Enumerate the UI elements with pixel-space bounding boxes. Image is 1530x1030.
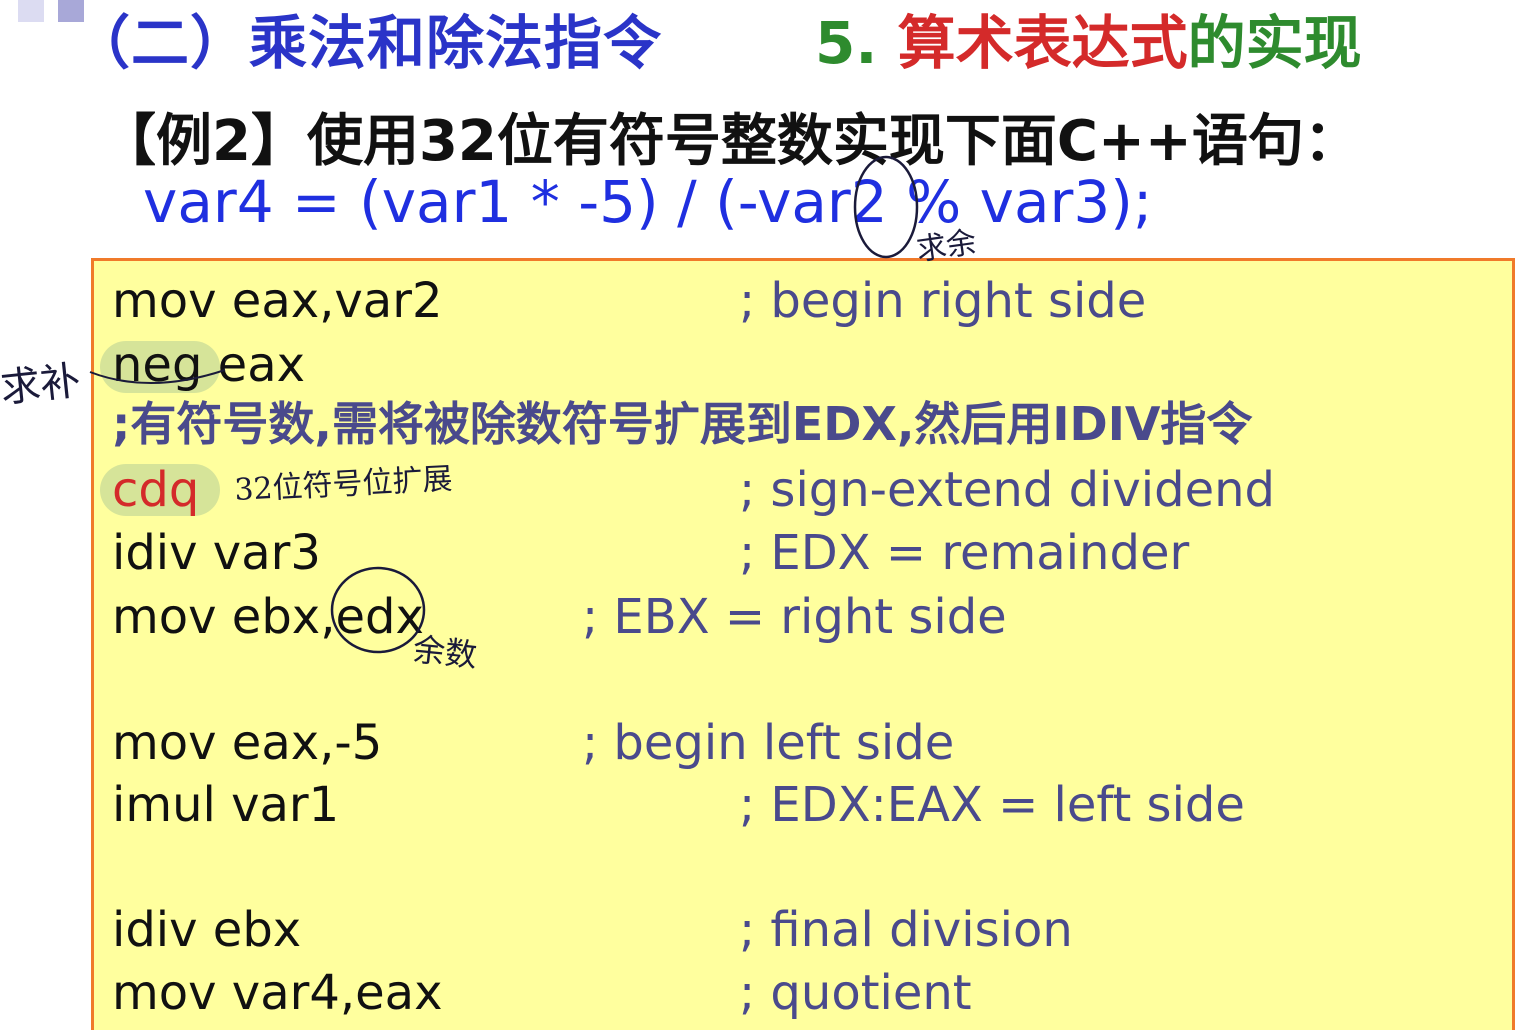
neg-note: 求补: [0, 358, 83, 412]
code-instruction-cdq: cdq: [112, 462, 200, 518]
code-instruction: idiv ebx: [112, 902, 302, 958]
topic-title-part1: 算术表达式: [897, 9, 1188, 77]
code-comment: ; final division: [739, 902, 1073, 958]
slide: （二）乘法和除法指令 5. 算术表达式的实现 【例2】使用32位有符号整数实现下…: [0, 0, 1530, 1030]
code-comment: ; EDX:EAX = left side: [739, 777, 1245, 833]
code-instruction: mov var4,eax: [112, 965, 443, 1021]
code-comment: ; begin right side: [739, 273, 1147, 329]
example-heading: 【例2】使用32位有符号整数实现下面C++语句：: [100, 109, 1360, 174]
code-comment: ; sign-extend dividend: [739, 462, 1276, 518]
chinese-comment: ;有符号数,需将被除数符号扩展到EDX,然后用IDIV指令: [112, 397, 1253, 451]
code-comment: ; EBX = right side: [582, 589, 1007, 645]
topic-title-part2: 的实现: [1187, 9, 1362, 77]
code-comment: ; quotient: [739, 965, 972, 1021]
code-box: mov eax,var2 ; begin right side neg eax …: [91, 258, 1515, 1030]
topic-number: 5.: [815, 9, 898, 77]
code-instruction: mov ebx,edx: [112, 589, 424, 645]
code-comment: ; EDX = remainder: [739, 525, 1190, 581]
topic-title: 5. 算术表达式的实现: [815, 0, 1362, 80]
cpp-statement: var4 = (var1 * -5) / (-var2 % var3);: [143, 168, 1153, 236]
code-instruction: idiv var3: [112, 525, 321, 581]
code-instruction: imul var1: [112, 777, 340, 833]
code-comment: ; begin left side: [582, 715, 955, 771]
code-instruction: neg eax: [112, 337, 306, 393]
section-title: （二）乘法和除法指令: [72, 9, 663, 77]
code-instruction: mov eax,var2: [112, 273, 443, 329]
code-instruction: mov eax,-5: [112, 715, 383, 771]
decorative-square: [18, 0, 44, 22]
